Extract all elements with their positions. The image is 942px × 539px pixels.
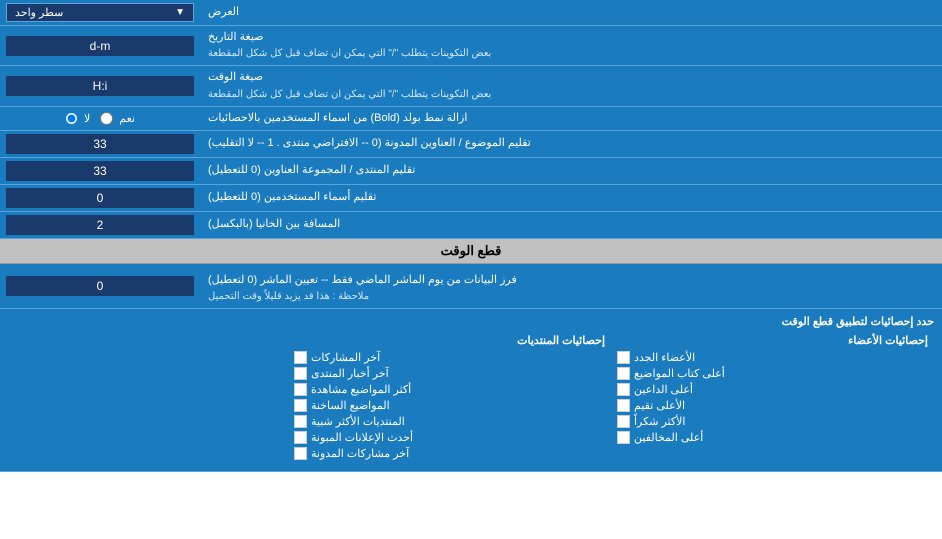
time-format-input-cell <box>0 66 200 105</box>
spacing-input-cell <box>0 212 200 238</box>
stat-last-posts: آخر المشاركات <box>294 351 605 364</box>
date-format-input-cell <box>0 26 200 65</box>
spacing-label: المسافة بين الخانيا (بالبكسل) <box>200 212 942 238</box>
forum-trim-input[interactable] <box>6 161 194 181</box>
stat-most-viewed: أكثر المواضيع مشاهدة <box>294 383 605 396</box>
users-trim-row: تقليم أسماء المستخدمين (0 للتعطيل) <box>0 185 942 212</box>
checkbox-most-similar[interactable] <box>294 415 307 428</box>
stat-members-new: الأعضاء الجدد <box>617 351 928 364</box>
stat-last-news: آخر أخبار المنتدى <box>294 367 605 380</box>
date-format-row: صيغة التاريخ بعض التكوينات يتطلب "/" الت… <box>0 26 942 66</box>
cutoff-label: فرز البيانات من يوم الماشر الماضي فقط --… <box>200 264 942 308</box>
stat-latest-ads: أحدث الإعلانات المبونة <box>294 431 605 444</box>
checkbox-latest-ads[interactable] <box>294 431 307 444</box>
checkbox-last-blog[interactable] <box>294 447 307 460</box>
topics-trim-input-cell <box>0 131 200 157</box>
checkbox-hot-topics[interactable] <box>294 399 307 412</box>
stat-top-writers: أعلى كتاب المواضيع <box>617 367 928 380</box>
spacing-input[interactable] <box>6 215 194 235</box>
forums-col-title: إحصائيات المنتديات <box>294 334 605 347</box>
topics-trim-label: تقليم الموضوع / العناوين المدونة (0 -- ا… <box>200 131 942 157</box>
members-col-title: إحصائيات الأعضاء <box>617 334 928 347</box>
forum-trim-row: تقليم المنتدى / المجموعة العناوين (0 للت… <box>0 158 942 185</box>
topics-trim-row: تقليم الموضوع / العناوين المدونة (0 -- ا… <box>0 131 942 158</box>
checkbox-members-new[interactable] <box>617 351 630 364</box>
stats-col-apply <box>8 332 288 465</box>
display-input-cell: ▼ سطر واحد <box>0 0 200 25</box>
time-format-input[interactable] <box>6 76 194 96</box>
bold-radio-cell: نعم لا <box>0 107 200 130</box>
bold-row: ازالة نمط بولد (Bold) من اسماء المستخدمي… <box>0 107 942 131</box>
bold-yes-radio[interactable] <box>100 112 113 125</box>
cutoff-section-header: قطع الوقت <box>0 239 942 264</box>
checkbox-last-posts[interactable] <box>294 351 307 364</box>
stat-top-rated: الأعلى تقيم <box>617 399 928 412</box>
checkbox-most-thanks[interactable] <box>617 415 630 428</box>
stat-last-blog: آخر مشاركات المدونة <box>294 447 605 460</box>
checkbox-top-writers[interactable] <box>617 367 630 380</box>
stats-title: حدد إحصائيات لتطبيق قطع الوقت <box>8 315 934 328</box>
checkbox-most-viewed[interactable] <box>294 383 307 396</box>
users-trim-label: تقليم أسماء المستخدمين (0 للتعطيل) <box>200 185 942 211</box>
checkbox-top-rated[interactable] <box>617 399 630 412</box>
forum-trim-input-cell <box>0 158 200 184</box>
stat-top-inviters: أعلى الداعين <box>617 383 928 396</box>
spacing-row: المسافة بين الخانيا (بالبكسل) <box>0 212 942 239</box>
stat-top-violators: أعلى المخالفين <box>617 431 928 444</box>
radio-yes-group: نعم <box>100 112 135 125</box>
checkbox-top-violators[interactable] <box>617 431 630 444</box>
stats-columns: إحصائيات الأعضاء الأعضاء الجدد أعلى كتاب… <box>8 332 934 465</box>
radio-no-group: لا <box>65 112 90 125</box>
stat-hot-topics: المواضيع الساخنة <box>294 399 605 412</box>
display-dropdown[interactable]: ▼ سطر واحد <box>6 3 194 22</box>
bold-no-radio[interactable] <box>65 112 78 125</box>
forum-trim-label: تقليم المنتدى / المجموعة العناوين (0 للت… <box>200 158 942 184</box>
cutoff-row: فرز البيانات من يوم الماشر الماضي فقط --… <box>0 264 942 309</box>
time-format-row: صيغة الوقت بعض التكوينات يتطلب "/" التي … <box>0 66 942 106</box>
topics-trim-input[interactable] <box>6 134 194 154</box>
stat-most-thanks: الأكثر شكراً <box>617 415 928 428</box>
cutoff-input[interactable] <box>6 276 194 296</box>
stats-col-members: إحصائيات الأعضاء الأعضاء الجدد أعلى كتاب… <box>611 332 934 465</box>
users-trim-input-cell <box>0 185 200 211</box>
stat-most-similar: المنتديات الأكثر شبية <box>294 415 605 428</box>
stats-section: حدد إحصائيات لتطبيق قطع الوقت إحصائيات ا… <box>0 309 942 472</box>
display-row: العرض ▼ سطر واحد <box>0 0 942 26</box>
date-format-label: صيغة التاريخ بعض التكوينات يتطلب "/" الت… <box>200 26 942 65</box>
display-label: العرض <box>200 0 942 25</box>
cutoff-input-cell <box>0 264 200 308</box>
stats-col-forums: إحصائيات المنتديات آخر المشاركات آخر أخب… <box>288 332 611 465</box>
checkbox-top-inviters[interactable] <box>617 383 630 396</box>
checkbox-last-news[interactable] <box>294 367 307 380</box>
time-format-label: صيغة الوقت بعض التكوينات يتطلب "/" التي … <box>200 66 942 105</box>
users-trim-input[interactable] <box>6 188 194 208</box>
bold-label: ازالة نمط بولد (Bold) من اسماء المستخدمي… <box>200 107 942 130</box>
date-format-input[interactable] <box>6 36 194 56</box>
